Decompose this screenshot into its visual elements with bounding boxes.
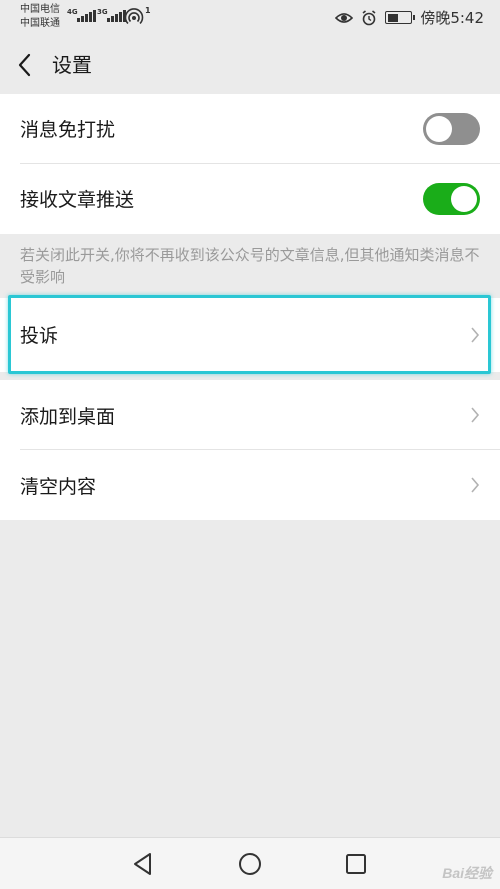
carrier-names: 中国电信 中国联通 (20, 3, 60, 31)
signal-icon (107, 10, 126, 22)
mute-label: 消息免打扰 (20, 119, 116, 141)
status-right-group: 傍晚5:42 (335, 7, 484, 28)
signal-icon (77, 10, 96, 22)
carrier-1: 中国电信 (20, 4, 60, 15)
add-desktop-label: 添加到桌面 (20, 406, 116, 428)
page-title: 设置 (52, 53, 92, 77)
push-toggle[interactable] (423, 183, 480, 215)
watermark: Bai经验 (442, 865, 492, 881)
status-time: 傍晚5:42 (420, 9, 484, 27)
settings-group-complain: 投诉 (0, 298, 500, 372)
setting-row-mute[interactable]: 消息免打扰 (0, 94, 500, 164)
setting-row-clear[interactable]: 清空内容 (0, 450, 500, 520)
nav-home-icon[interactable] (237, 851, 263, 877)
header: 设置 (0, 36, 500, 94)
chevron-right-icon (471, 477, 480, 493)
complain-label: 投诉 (20, 325, 59, 347)
clear-label: 清空内容 (20, 476, 97, 498)
setting-row-complain[interactable]: 投诉 (0, 298, 500, 372)
status-bar: 中国电信 中国联通 4G 3G 1 傍晚5:42 (0, 0, 500, 36)
settings-group-actions: 添加到桌面 清空内容 (0, 380, 500, 520)
battery-icon (385, 11, 416, 24)
toggle-knob (451, 186, 477, 212)
setting-row-add-desktop[interactable]: 添加到桌面 (0, 380, 500, 450)
system-nav-bar: Bai经验 (0, 837, 500, 889)
toggle-knob (426, 116, 452, 142)
nav-back-icon[interactable] (130, 851, 156, 877)
nav-recents-icon[interactable] (343, 851, 369, 877)
back-arrow-icon[interactable] (14, 52, 38, 78)
settings-group-toggles: 消息免打扰 接收文章推送 (0, 94, 500, 234)
eye-icon (335, 12, 354, 23)
push-hint-text: 若关闭此开关,你将不再收到该公众号的文章信息,但其他通知类消息不受影响 (20, 246, 480, 286)
carrier-2: 中国联通 (20, 18, 60, 29)
mute-toggle[interactable] (423, 113, 480, 145)
alarm-icon (362, 9, 376, 25)
chevron-right-icon (471, 407, 480, 423)
chevron-right-icon (471, 327, 480, 343)
push-label: 接收文章推送 (20, 189, 135, 211)
setting-row-push[interactable]: 接收文章推送 (0, 164, 500, 234)
hotspot-icon (126, 8, 144, 24)
hotspot-badge: 1 (145, 6, 151, 15)
battery-fill (387, 13, 398, 22)
